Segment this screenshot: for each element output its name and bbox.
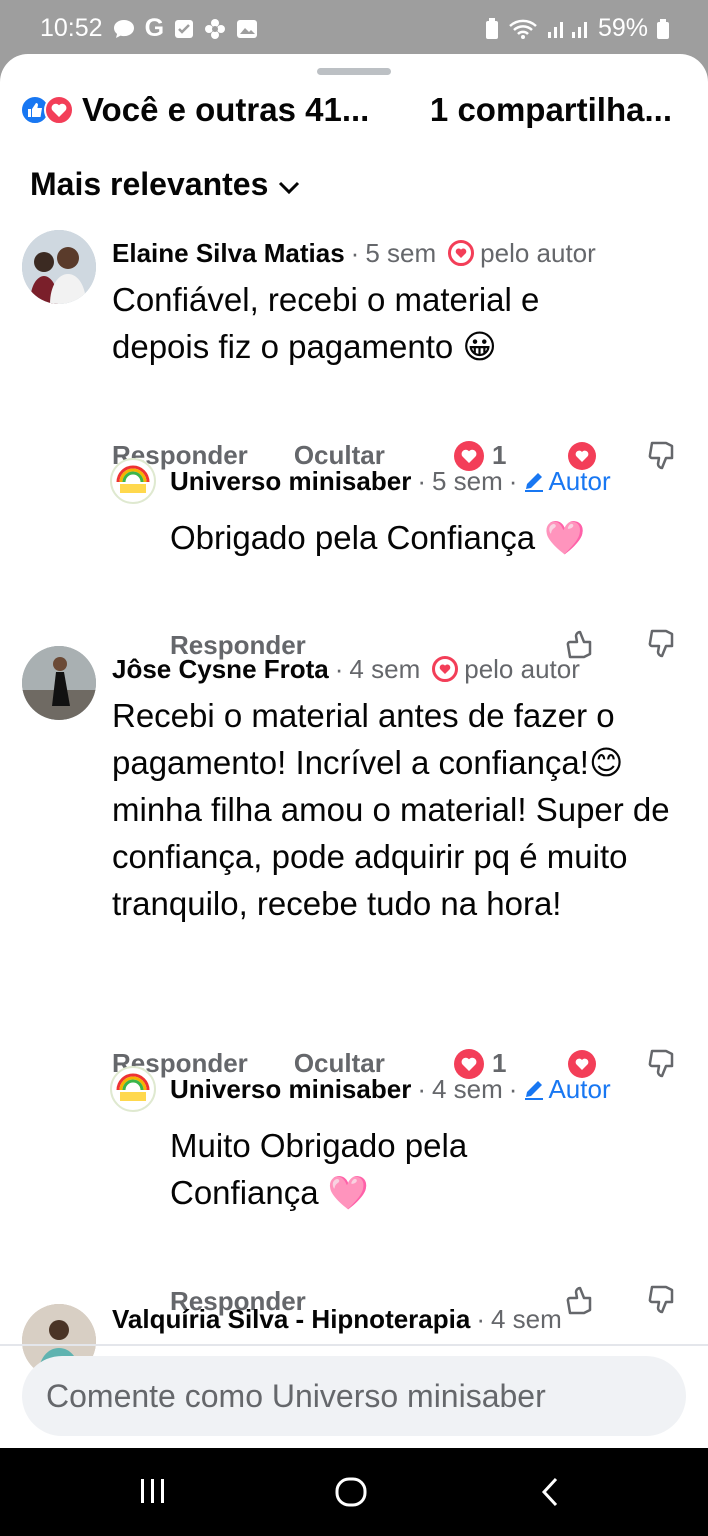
gallery-icon [236, 19, 258, 39]
comment-header: Valquíria Silva - Hipnoterapia · 4 sem [112, 1303, 562, 1335]
heart-badge-icon [432, 656, 459, 682]
heart-badge-icon [448, 240, 475, 266]
comment-header: Elaine Silva Matias · 5 sem pelo autor [112, 237, 596, 269]
thumbs-down-icon [648, 441, 674, 470]
reactions-bar[interactable]: Você e outras 41... 1 compartilha... [20, 88, 690, 132]
comment-text: Obrigado pela Confiança 🩷 [170, 519, 586, 556]
thumbs-up-icon [566, 1286, 592, 1315]
comment-header: Jôse Cysne Frota · 4 sem pelo autor [112, 653, 580, 685]
thumbs-down-icon [648, 1049, 674, 1078]
drag-handle[interactable] [317, 68, 391, 75]
signal-icon [546, 18, 590, 40]
home-button[interactable] [334, 1476, 368, 1513]
reactions-summary[interactable]: Você e outras 41... [82, 91, 369, 129]
comment-input[interactable]: Comente como Universo minisaber [22, 1356, 686, 1436]
wifi-icon [508, 18, 538, 40]
comment-time[interactable]: 4 sem [432, 1074, 503, 1105]
sort-label: Mais relevantes [30, 166, 269, 202]
comment-header: Universo minisaber · 4 sem · Autor [170, 1073, 611, 1105]
battery-saver-icon [484, 17, 500, 40]
avatar[interactable] [110, 458, 156, 504]
google-icon: G [144, 14, 165, 42]
dislike-button[interactable] [648, 440, 678, 477]
author-name[interactable]: Jôse Cysne Frota [112, 654, 329, 685]
comment-text: Muito Obrigado pela Confiança 🩷 [170, 1127, 468, 1211]
comment-header: Universo minisaber · 5 sem · Autor [170, 465, 611, 497]
recent-apps-button[interactable] [138, 1476, 168, 1511]
battery-icon [656, 18, 670, 40]
checkbox-icon [174, 19, 194, 39]
love-reaction-icon [44, 95, 74, 125]
comment-time[interactable]: 5 sem [432, 466, 503, 497]
comments-sheet: Você e outras 41... 1 compartilha... Mai… [0, 54, 708, 1448]
status-time: 10:52 [40, 14, 103, 42]
author-name[interactable]: Universo minisaber [170, 1074, 411, 1105]
system-navigation-bar [0, 1448, 708, 1536]
back-button[interactable] [538, 1476, 562, 1513]
author-badge: pelo autor [480, 237, 596, 268]
dislike-button[interactable] [648, 628, 678, 665]
comment-text: Recebi o material antes de fazer o pagam… [112, 697, 670, 922]
back-icon [541, 1477, 558, 1507]
home-icon [335, 1477, 367, 1507]
avatar[interactable] [22, 646, 96, 720]
avatar[interactable] [110, 1066, 156, 1112]
avatar[interactable] [22, 230, 96, 304]
dislike-button[interactable] [648, 1284, 678, 1321]
dislike-button[interactable] [648, 1048, 678, 1085]
comment-time[interactable]: 4 sem [491, 1304, 562, 1335]
composer-divider [0, 1344, 708, 1346]
author-name[interactable]: Elaine Silva Matias [112, 238, 345, 269]
thumbs-down-icon [648, 629, 674, 658]
comment-time[interactable]: 4 sem [349, 654, 420, 685]
comment-input-placeholder: Comente como Universo minisaber [46, 1377, 546, 1414]
author-name[interactable]: Universo minisaber [170, 466, 411, 497]
shares-count[interactable]: 1 compartilha... [430, 91, 672, 129]
author-badge: pelo autor [464, 653, 580, 684]
author-badge: Autor [523, 466, 611, 497]
pencil-icon [525, 1081, 544, 1100]
reaction-icons [20, 95, 74, 125]
status-bar: 10:52 G 59% [0, 0, 708, 56]
flower-icon [204, 18, 226, 40]
thumbs-down-icon [648, 1285, 674, 1314]
sort-dropdown[interactable]: Mais relevantes [30, 166, 300, 203]
recent-apps-icon [141, 1479, 164, 1503]
comment-time[interactable]: 5 sem [365, 238, 436, 269]
chat-bubble-icon [113, 19, 135, 39]
pencil-icon [525, 473, 544, 492]
chevron-down-icon [278, 166, 300, 203]
like-button[interactable] [566, 1284, 596, 1321]
comment-text: Confiável, recebi o material e depois fi… [112, 281, 540, 365]
battery-percent: 59% [597, 14, 648, 42]
author-badge: Autor [523, 1074, 611, 1105]
author-name[interactable]: Valquíria Silva - Hipnoterapia [112, 1304, 470, 1335]
